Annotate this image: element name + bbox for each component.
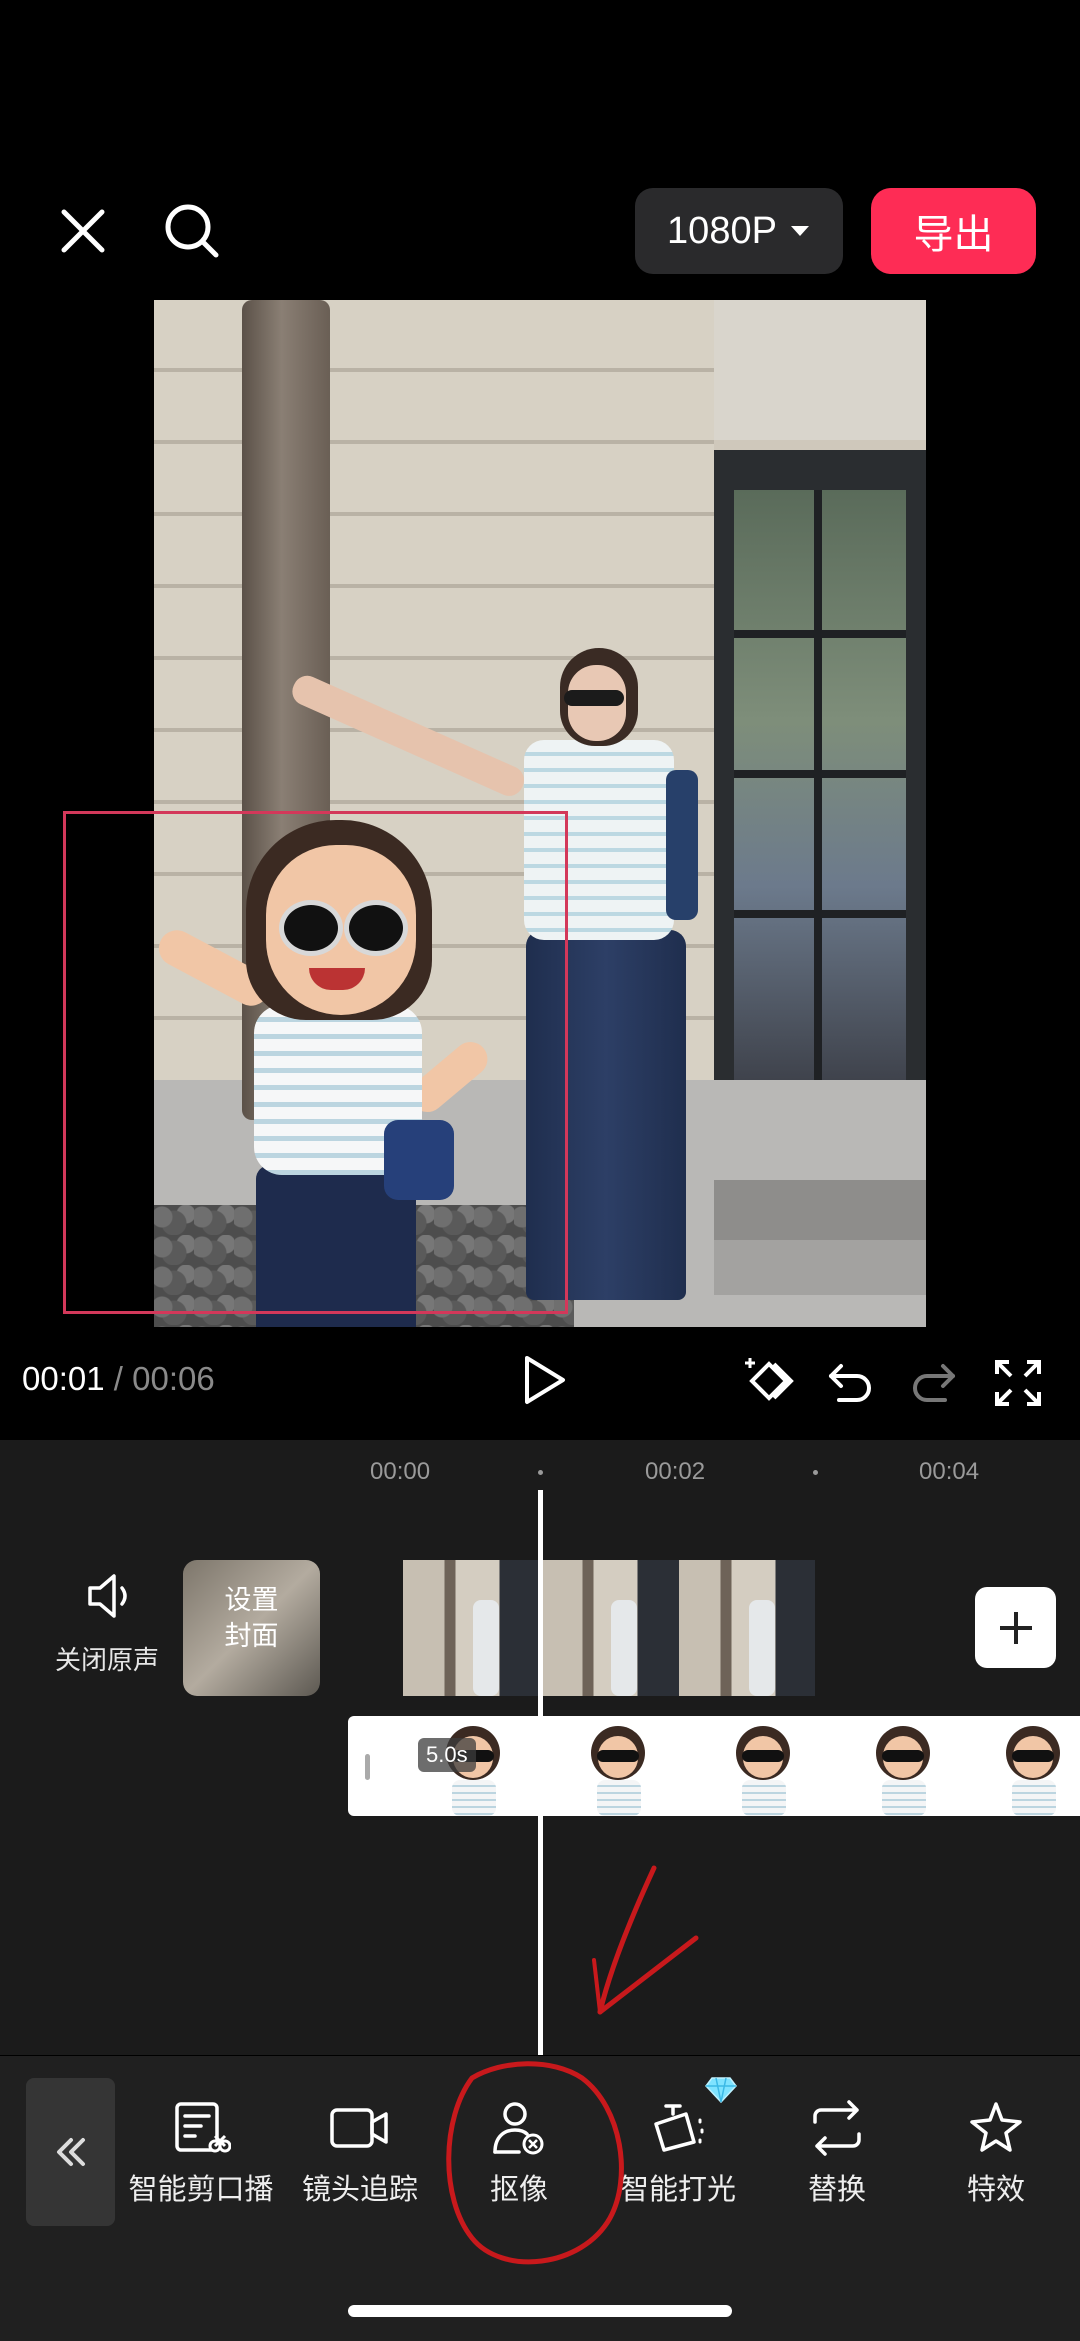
caret-down-icon xyxy=(790,226,809,236)
current-time: 00:01 xyxy=(22,1360,105,1397)
annotation-circle xyxy=(446,2061,624,2265)
annotation-arrow xyxy=(592,1865,699,2015)
time-separator: / xyxy=(113,1360,123,1397)
playhead[interactable] xyxy=(538,1490,543,2055)
clip-thumbnail xyxy=(541,1560,679,1696)
resolution-dropdown[interactable]: 1080P xyxy=(635,188,843,274)
speaker-icon xyxy=(88,1574,127,1618)
clip-thumbnail xyxy=(403,1560,541,1696)
ruler-label: 00:04 xyxy=(919,1458,980,1485)
keyframe-icon xyxy=(745,1358,794,1401)
tool-camera-track[interactable]: 镜头追踪 xyxy=(285,2100,435,2208)
clip-thumbnail xyxy=(679,1560,815,1696)
close-icon xyxy=(61,209,105,253)
search-icon xyxy=(165,204,219,258)
add-clip-button[interactable] xyxy=(975,1587,1056,1668)
resolution-label: 1080P xyxy=(667,209,777,252)
sticker-thumbnail xyxy=(718,1724,808,1816)
sticker-duration-badge: 5.0s xyxy=(418,1738,476,1772)
plus-icon xyxy=(999,1611,1032,1644)
cover-label-line2: 封面 xyxy=(224,1621,279,1651)
preview-steps xyxy=(714,1240,926,1295)
effects-star-icon xyxy=(970,2102,1022,2152)
door-bar xyxy=(734,630,906,638)
export-button[interactable]: 导出 xyxy=(871,188,1036,274)
cover-label-line1: 设置 xyxy=(224,1585,279,1615)
home-indicator[interactable] xyxy=(348,2305,732,2317)
play-button[interactable] xyxy=(515,1352,571,1408)
woman-bag xyxy=(666,770,698,920)
double-chevron-left-icon xyxy=(56,2138,85,2166)
door-bar xyxy=(734,910,906,918)
undo-icon xyxy=(829,1364,871,1402)
ruler-dot xyxy=(538,1470,543,1475)
redo-icon xyxy=(913,1364,955,1402)
tool-label: 特效 xyxy=(966,2174,1025,2206)
ruler-dot xyxy=(813,1470,818,1475)
sticker-track[interactable]: 5.0s xyxy=(348,1716,1080,1816)
ruler-label: 00:00 xyxy=(370,1458,431,1485)
door-bar xyxy=(814,490,822,1150)
video-clip-track[interactable] xyxy=(403,1560,815,1696)
total-time: 00:06 xyxy=(132,1360,215,1397)
play-icon xyxy=(525,1356,565,1404)
cover-label: 设置 封面 xyxy=(183,1582,320,1654)
fullscreen-icon xyxy=(995,1360,1041,1406)
close-button[interactable] xyxy=(48,196,118,266)
fullscreen-button[interactable] xyxy=(993,1358,1043,1408)
smart-cut-icon xyxy=(175,2102,231,2153)
sticker-thumbnail xyxy=(858,1724,948,1816)
sticker-trim-handle[interactable] xyxy=(365,1754,370,1780)
collapse-toolbar-button[interactable] xyxy=(26,2078,115,2226)
tool-label: 替换 xyxy=(807,2174,866,2206)
smart-light-icon xyxy=(654,2104,704,2152)
replace-icon xyxy=(813,2100,861,2156)
tool-label: 智能剪口播 xyxy=(128,2174,274,2206)
tool-label: 镜头追踪 xyxy=(301,2174,418,2206)
tool-label: 智能打光 xyxy=(619,2174,736,2206)
undo-button[interactable] xyxy=(825,1356,877,1408)
tool-replace[interactable]: 替换 xyxy=(762,2100,912,2208)
mute-original-label: 关闭原声 xyxy=(55,1645,160,1675)
woman-sunglasses xyxy=(564,690,624,706)
sticker-selection-box[interactable] xyxy=(63,811,568,1314)
redo-button[interactable] xyxy=(907,1356,959,1408)
sticker-thumbnail xyxy=(988,1724,1078,1816)
premium-diamond-icon xyxy=(705,2077,737,2104)
ruler-label: 00:02 xyxy=(645,1458,706,1485)
door-bar xyxy=(734,770,906,778)
playback-time: 00:01 / 00:06 xyxy=(22,1360,215,1398)
sticker-thumbnail xyxy=(573,1724,663,1816)
preview-steps xyxy=(714,1180,926,1240)
camera-track-icon xyxy=(330,2108,388,2148)
tool-effects[interactable]: 特效 xyxy=(921,2100,1071,2208)
preview-building xyxy=(714,300,926,440)
set-cover-button[interactable]: 设置 封面 xyxy=(183,1560,320,1696)
search-button[interactable] xyxy=(157,196,227,266)
tool-smart-cut[interactable]: 智能剪口播 xyxy=(126,2100,276,2208)
keyframe-button[interactable] xyxy=(742,1354,796,1408)
